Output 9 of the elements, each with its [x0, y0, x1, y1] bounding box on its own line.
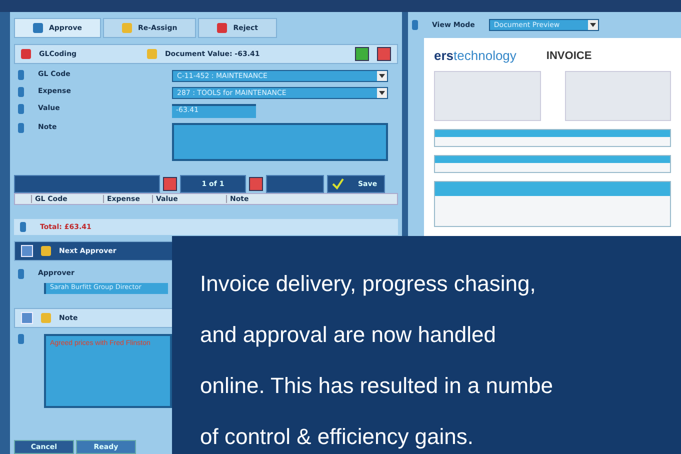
- check-icon: [332, 178, 344, 190]
- pager-bar: [266, 175, 324, 193]
- caption-text: Invoice delivery, progress chasing, and approval are now handled online. This has resulted in a numbe of control & efficiency gains.: [172, 236, 681, 454]
- caret-icon: [377, 71, 387, 81]
- caret-icon: [588, 20, 598, 30]
- caret-icon: [377, 88, 387, 98]
- company-logo: erstechnology: [434, 48, 516, 63]
- note-field[interactable]: [172, 123, 388, 161]
- invoice-title: INVOICE: [546, 50, 592, 62]
